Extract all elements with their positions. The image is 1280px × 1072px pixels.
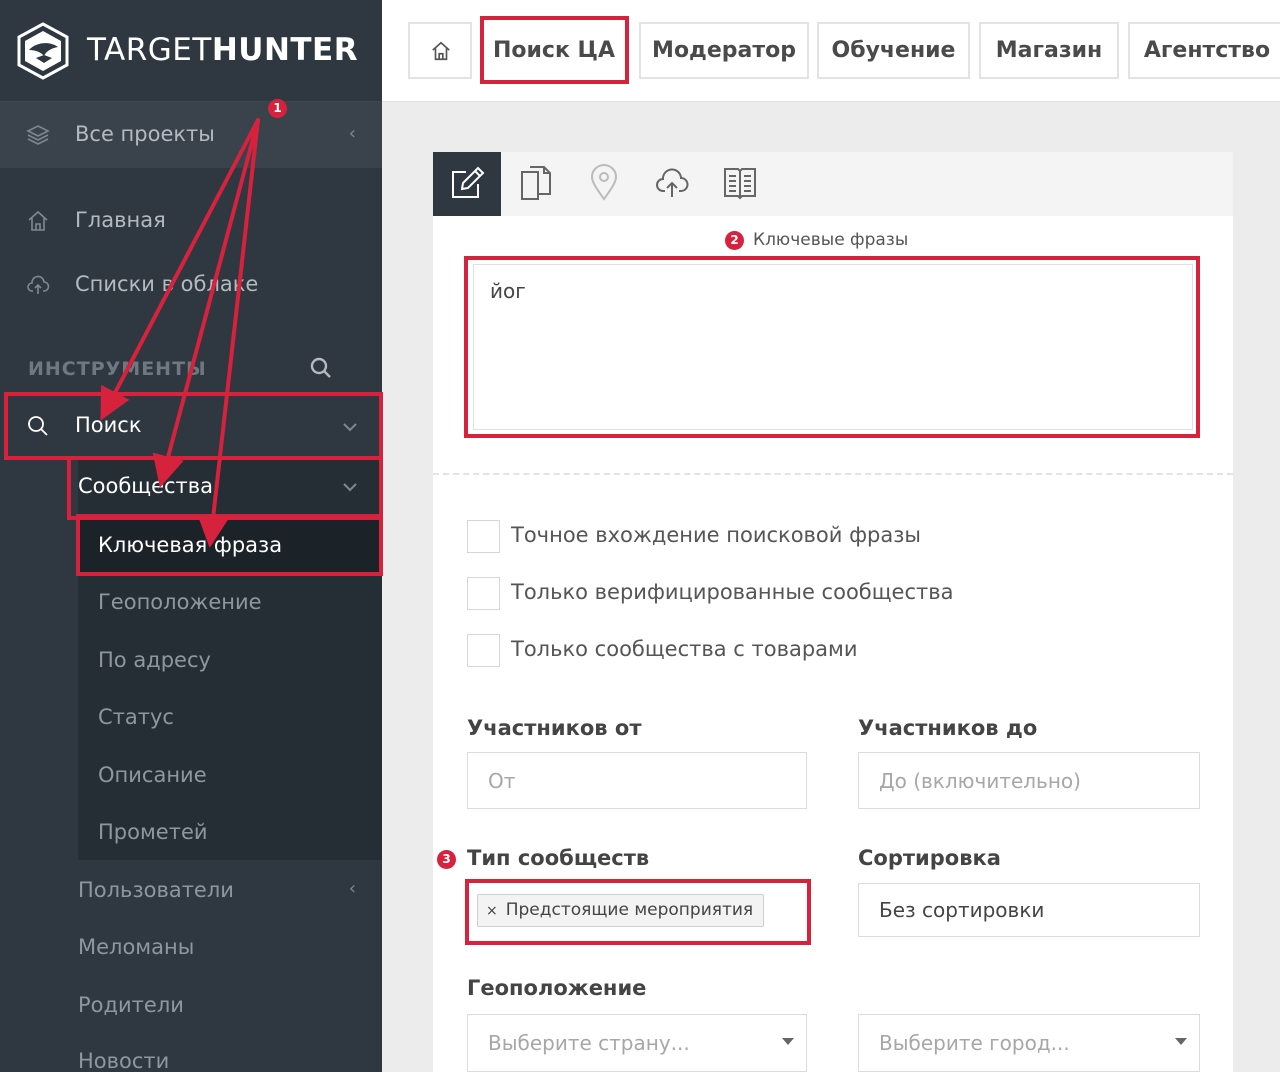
search-form-card: 2 Ключевые фразы йог Точное вхождение по… <box>433 152 1233 1072</box>
sidebar-item-label: Списки в облаке <box>75 272 259 296</box>
sidebar-subitem-keyword[interactable]: Ключевая фраза <box>98 533 282 557</box>
sort-label: Сортировка <box>858 846 1001 870</box>
book-icon <box>724 168 756 200</box>
sidebar-item-search[interactable]: Поиск <box>0 398 382 456</box>
city-select[interactable]: Выберите город... <box>858 1014 1200 1072</box>
members-from-label: Участников от <box>467 716 642 740</box>
country-select[interactable]: Выберите страну... <box>467 1014 807 1072</box>
tool-location[interactable] <box>569 152 637 216</box>
sidebar-subitem-geo[interactable]: Геоположение <box>98 590 262 614</box>
tab-home[interactable] <box>408 22 472 79</box>
annotation-badge-2: 2 <box>725 231 744 250</box>
sort-select[interactable]: Без сортировки <box>858 883 1200 937</box>
tool-copy[interactable] <box>501 152 569 216</box>
documents-icon <box>521 166 551 200</box>
divider <box>433 473 1233 475</box>
tab-shop[interactable]: Магазин <box>979 22 1119 79</box>
sidebar-subitem-prometheus[interactable]: Прометей <box>98 820 208 844</box>
sidebar-item-news[interactable]: Новости <box>78 1049 169 1072</box>
cloud-upload-icon <box>27 275 50 294</box>
checkbox-label: Точное вхождение поисковой фразы <box>511 523 921 547</box>
sidebar-item-cloud-lists[interactable]: Списки в облаке <box>0 260 382 312</box>
annotation-badge-3: 3 <box>437 850 456 869</box>
home-icon <box>28 210 48 231</box>
chevron-down-icon <box>343 423 357 432</box>
search-icon <box>28 416 48 436</box>
community-type-label: Тип сообществ <box>467 846 650 870</box>
sidebar-subitem-address[interactable]: По адресу <box>98 648 211 672</box>
members-from-input[interactable] <box>467 752 807 809</box>
tab-learning[interactable]: Обучение <box>817 22 970 79</box>
country-select-value: Выберите страну... <box>488 1031 690 1055</box>
sidebar-item-home[interactable]: Главная <box>0 196 382 248</box>
caret-down-icon <box>1175 1038 1187 1045</box>
community-type-tag[interactable]: × Предстоящие мероприятия <box>477 894 765 927</box>
keywords-textarea[interactable]: йог <box>473 264 1193 430</box>
section-title-tools: ИНСТРУМЕНТЫ <box>28 358 207 380</box>
exact-match-checkbox[interactable] <box>467 520 500 553</box>
verified-only-checkbox[interactable] <box>467 577 500 610</box>
sidebar-item-label: Пользователи <box>78 878 234 902</box>
sidebar-item-label: Сообщества <box>78 474 214 498</box>
brand-name: TARGETHUNTER <box>87 32 359 68</box>
sidebar-item-label: Главная <box>75 208 166 232</box>
checkbox-label: Только верифицированные сообщества <box>511 580 954 604</box>
tab-moderator[interactable]: Модератор <box>639 22 809 79</box>
sidebar-subitem-status[interactable]: Статус <box>98 705 174 729</box>
chevron-left-icon: ‹ <box>348 123 356 144</box>
logo-bar: TARGETHUNTER <box>0 0 382 102</box>
geo-label: Геоположение <box>467 976 647 1000</box>
with-goods-checkbox[interactable] <box>467 634 500 667</box>
members-to-input[interactable] <box>858 752 1200 809</box>
annotation-badge-1: 1 <box>268 99 287 118</box>
layers-icon <box>26 125 50 145</box>
community-type-field[interactable]: × Предстоящие мероприятия <box>467 882 807 940</box>
tool-edit[interactable] <box>433 152 501 216</box>
home-icon <box>432 41 450 61</box>
edit-icon <box>452 166 485 198</box>
chevron-left-icon: ‹ <box>348 878 356 899</box>
tool-strip <box>433 152 1233 216</box>
sidebar: TARGETHUNTER Все проекты ‹ Главная Списк… <box>0 0 382 1072</box>
remove-tag-icon[interactable]: × <box>486 903 498 919</box>
tag-label: Предстоящие мероприятия <box>505 900 754 920</box>
map-pin-icon <box>590 164 618 201</box>
sidebar-item-label: Все проекты <box>75 122 215 146</box>
keywords-label: Ключевые фразы <box>753 230 909 250</box>
members-to-label: Участников до <box>858 716 1038 740</box>
tool-cloud-upload[interactable] <box>637 152 705 216</box>
sidebar-item-communities[interactable]: Сообщества <box>78 458 382 516</box>
chevron-down-icon <box>343 483 357 492</box>
sidebar-item-music-lovers[interactable]: Меломаны <box>78 935 194 959</box>
checkbox-label: Только сообщества с товарами <box>511 637 858 661</box>
targethunter-logo-icon[interactable] <box>14 22 72 80</box>
caret-down-icon <box>782 1038 794 1045</box>
tab-agency[interactable]: Агентство <box>1128 22 1280 79</box>
tab-audience-search[interactable]: Поиск ЦА <box>483 22 625 79</box>
sidebar-item-users[interactable]: Пользователи ‹ <box>0 864 382 916</box>
cloud-upload-icon <box>656 168 689 197</box>
sidebar-subitem-description[interactable]: Описание <box>98 763 207 787</box>
top-navigation: Поиск ЦА Модератор Обучение Магазин Аген… <box>382 0 1280 102</box>
city-select-value: Выберите город... <box>879 1031 1070 1055</box>
sidebar-item-label: Поиск <box>75 413 142 437</box>
sidebar-item-parents[interactable]: Родители <box>78 993 184 1017</box>
tool-book[interactable] <box>705 152 773 216</box>
sidebar-item-projects[interactable]: Все проекты ‹ <box>0 102 382 168</box>
search-icon[interactable] <box>309 356 333 380</box>
